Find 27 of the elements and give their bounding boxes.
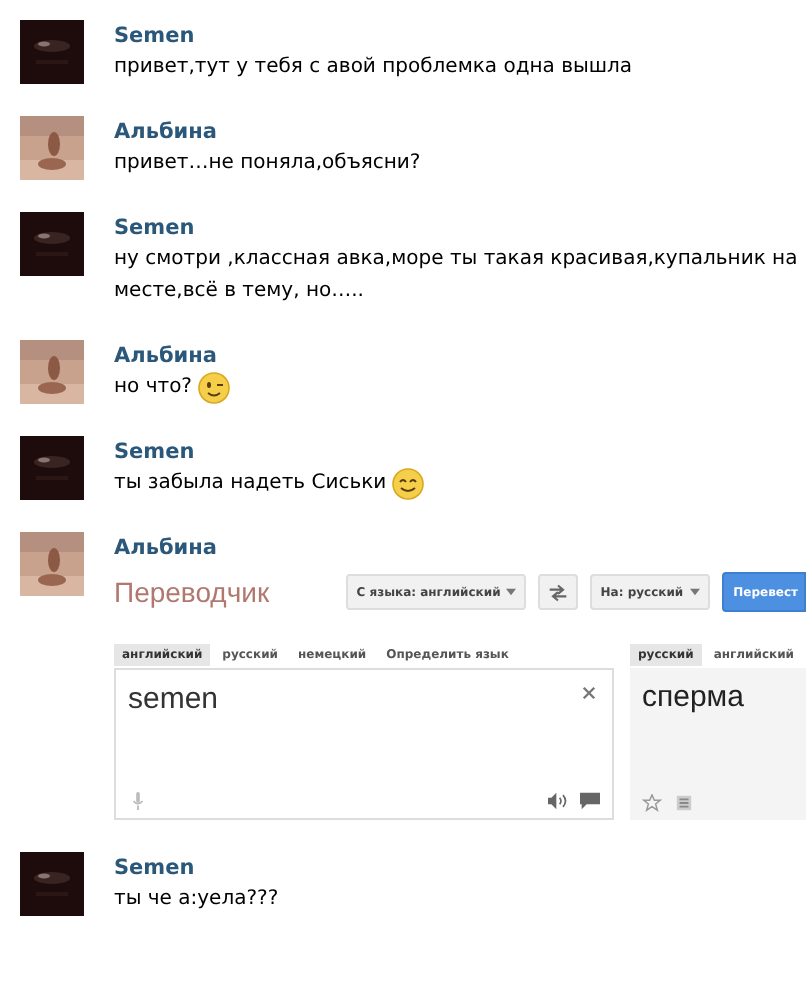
source-text-field[interactable]: semen [114,668,614,820]
author-name[interactable]: Альбина [114,116,806,148]
message-text: ты забыла надеть Сиськи [114,470,387,498]
message-text: но что? [114,374,192,402]
smiling-face-icon [392,468,425,500]
message-text: ну смотри ,классная авка,море ты такая красивая,купальник на месте,всё в тему, но….. [114,246,800,306]
caret-icon [506,588,517,596]
speaker-icon[interactable] [548,792,568,810]
caret-icon [689,588,700,596]
author-name[interactable]: Альбина [114,340,806,372]
message-text: привет,тут у тебя с авой проблемка одна вышла [114,54,633,82]
author-name[interactable]: Альбина [114,532,806,564]
message-text: привет…не поняла,объясни? [114,150,421,178]
author-name[interactable]: Semen [114,852,806,884]
speech-bubble-icon[interactable] [580,792,600,810]
list-icon[interactable] [674,794,694,812]
author-name[interactable]: Semen [114,20,806,52]
winking-face-icon [198,372,230,404]
author-name[interactable]: Semen [114,212,806,244]
swap-arrows-icon [548,583,569,601]
author-name[interactable]: Semen [114,436,806,468]
message-text: ты че а:уела??? [114,886,279,914]
swap-languages-button[interactable] [538,574,579,610]
close-icon[interactable] [582,686,596,700]
star-icon[interactable] [642,794,662,812]
translator-title: Переводчик [114,576,270,608]
translation-text: сперма [642,680,746,714]
